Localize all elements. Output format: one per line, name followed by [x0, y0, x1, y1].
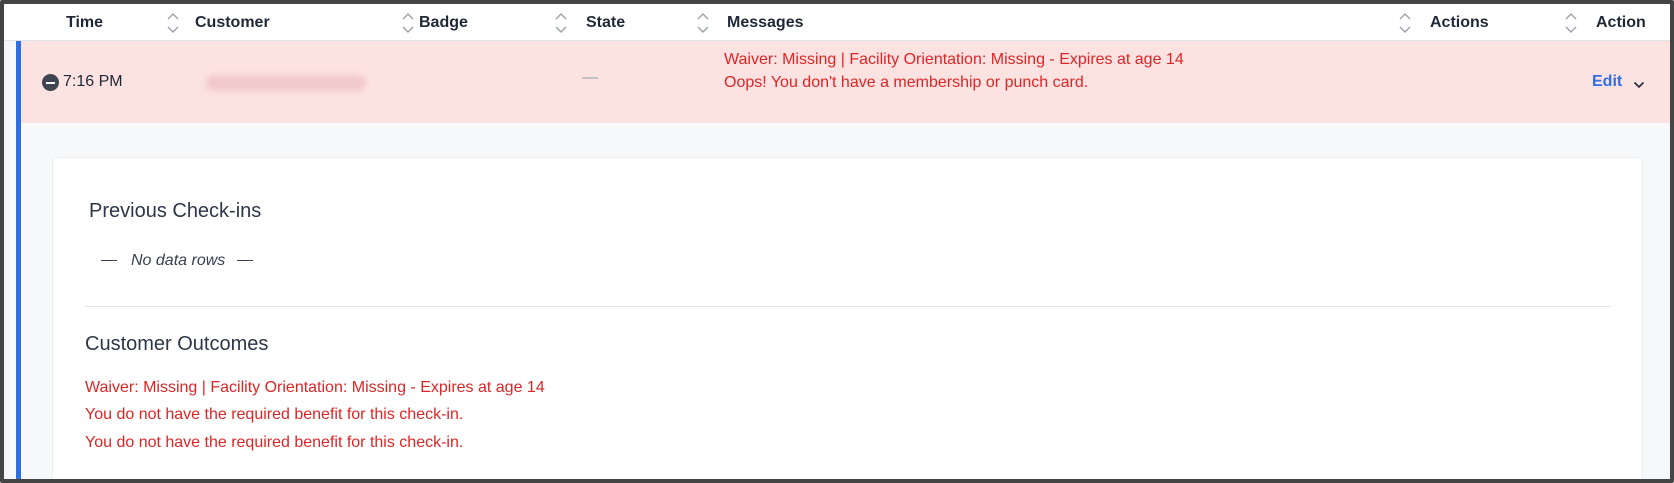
sort-icon[interactable] — [1398, 11, 1412, 35]
customer-outcomes-title: Customer Outcomes — [85, 333, 269, 355]
sort-icon[interactable] — [1564, 11, 1578, 35]
chevron-down-icon[interactable] — [1633, 77, 1645, 95]
table-header: Time Customer Badge State Messages Actio… — [4, 4, 1670, 41]
outcome-item: Waiver: Missing | Facility Orientation: … — [85, 379, 545, 396]
column-header-state[interactable]: State — [586, 4, 625, 41]
previous-checkins-title: Previous Check-ins — [89, 200, 262, 222]
table-row[interactable]: 7:16 PM — Waiver: Missing | Facility Ori… — [16, 41, 1670, 123]
row-message: Waiver: Missing | Facility Orientation: … — [724, 51, 1184, 68]
empty-state: No data rows — [101, 252, 254, 270]
column-header-action: Action — [1596, 14, 1646, 31]
sort-icon[interactable] — [166, 11, 180, 35]
selected-row-indicator — [16, 41, 21, 479]
column-header-actions[interactable]: Actions — [1430, 4, 1489, 41]
sort-icon[interactable] — [696, 11, 710, 35]
row-details-panel: Previous Check-ins No data rows Customer… — [53, 158, 1642, 479]
divider — [85, 306, 1610, 307]
column-header-time[interactable]: Time — [66, 4, 103, 41]
row-state: — — [582, 69, 598, 86]
customer-name-redacted[interactable] — [206, 75, 366, 91]
sort-icon[interactable] — [401, 11, 415, 35]
outcome-item: You do not have the required benefit for… — [85, 434, 464, 451]
row-message: Oops! You don't have a membership or pun… — [724, 74, 1089, 91]
checkin-table: Time Customer Badge State Messages Actio… — [0, 0, 1674, 483]
column-header-customer[interactable]: Customer — [195, 4, 270, 41]
no-data-text: No data rows — [131, 252, 226, 269]
minus-circle-icon[interactable] — [42, 74, 59, 91]
column-header-badge[interactable]: Badge — [419, 4, 468, 41]
sort-icon[interactable] — [554, 11, 568, 35]
column-header-messages[interactable]: Messages — [727, 4, 804, 41]
row-time: 7:16 PM — [63, 73, 123, 90]
outcome-item: You do not have the required benefit for… — [85, 406, 464, 423]
edit-button[interactable]: Edit — [1592, 73, 1622, 91]
